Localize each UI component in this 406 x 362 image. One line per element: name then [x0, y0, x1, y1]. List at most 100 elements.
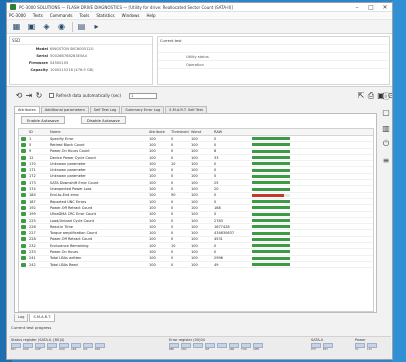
refresh-interval-input[interactable]: 1 — [129, 92, 158, 99]
status-icon — [19, 149, 28, 154]
attribute-worst: 100 — [191, 256, 198, 261]
status-icon — [19, 231, 28, 236]
export-icon[interactable]: ⇱ — [356, 91, 366, 100]
tab-additional-parameters[interactable]: Additional parameters — [40, 106, 89, 113]
health-bar — [252, 187, 292, 191]
forward-icon[interactable]: ⇥ — [24, 91, 34, 100]
column-header[interactable]: Attribute — [149, 130, 171, 134]
attribute-value: 100 — [149, 224, 156, 229]
status-value: Operation — [186, 62, 204, 67]
attribute-value: 100 — [149, 256, 156, 261]
register-led-label: PHY — [311, 348, 317, 351]
status-icon — [19, 193, 28, 198]
attribute-raw: 0 — [214, 243, 217, 248]
menu-tests[interactable]: Tests — [33, 13, 43, 18]
info-icon[interactable]: ⓘ — [379, 89, 392, 103]
attribute-name: Total LBAs written — [50, 256, 82, 261]
health-bar-track — [252, 206, 290, 210]
health-bar — [252, 162, 292, 166]
ok-status-icon — [21, 212, 26, 217]
attribute-name: Read-in Time — [50, 224, 73, 229]
play-icon[interactable]: ▸ — [90, 21, 103, 32]
tab-log[interactable]: Log — [14, 314, 29, 322]
attribute-raw: 0 — [214, 168, 217, 173]
attribute-value: 100 — [149, 231, 156, 236]
chart-icon[interactable]: ▥ — [379, 121, 392, 135]
enable-autosave-button[interactable]: Enable Autosave — [21, 116, 65, 124]
power-icon[interactable]: ⏻ — [379, 137, 392, 151]
menu-bar: PC-3000 Tests Commands Tools Statistics … — [7, 12, 392, 20]
attribute-value: 100 — [149, 187, 156, 192]
health-bar-fill — [252, 181, 290, 185]
health-bar — [252, 237, 292, 241]
ok-status-icon — [21, 155, 26, 160]
attribute-value: 100 — [149, 168, 156, 173]
tab-attributes[interactable]: Attributes — [14, 106, 40, 113]
attribute-value: 100 — [149, 199, 156, 204]
ok-status-icon — [21, 205, 26, 210]
ok-status-icon — [21, 174, 26, 179]
auto-refresh-checkbox[interactable] — [49, 93, 54, 98]
health-bar — [252, 149, 292, 153]
ok-status-icon — [21, 262, 26, 267]
maximize-button[interactable]: □ — [364, 3, 378, 12]
health-bar-fill — [252, 187, 290, 191]
attribute-id: 174 — [29, 187, 36, 192]
save-icon[interactable]: ▦ — [10, 21, 23, 32]
column-header[interactable]: Worst — [191, 130, 214, 134]
menu-pc3000[interactable]: PC-3000 — [9, 13, 26, 18]
ok-status-icon — [21, 237, 26, 242]
power-led-labels: 5V 12V — [355, 348, 379, 351]
attribute-raw: 2783 — [214, 218, 223, 223]
attribute-threshold: 10 — [171, 161, 176, 166]
status-row: Operation — [158, 61, 389, 69]
smart-table: ID Name Attribute Threshold Worst RAW 1 S… — [18, 128, 374, 312]
minimize-button[interactable]: – — [350, 3, 364, 12]
window-icon[interactable]: ▢ — [379, 105, 392, 119]
attribute-name: Retired Block Count — [50, 142, 85, 147]
attribute-value: 100 — [149, 149, 156, 154]
panel-icon[interactable]: ▤ — [75, 21, 88, 32]
menu-help[interactable]: Help — [146, 13, 155, 18]
ok-status-icon — [21, 187, 26, 192]
back-icon[interactable]: ⟲ — [14, 91, 24, 100]
list-icon[interactable]: ≡ — [379, 153, 392, 167]
menu-commands[interactable]: Commands — [50, 13, 73, 18]
attribute-raw: 0 — [214, 161, 217, 166]
close-button[interactable]: ✕ — [378, 3, 392, 12]
drive-icon[interactable]: ◉ — [55, 21, 68, 32]
status-row: Current test — [158, 37, 389, 45]
ok-status-icon — [21, 142, 26, 147]
column-header[interactable]: Threshold — [171, 130, 191, 134]
attribute-raw: 0 — [214, 193, 217, 198]
autosave-buttons: Enable Autosave Disable Autosave — [15, 114, 376, 126]
menu-statistics[interactable]: Statistics — [96, 13, 114, 18]
refresh-icon[interactable]: ↻ — [34, 91, 44, 100]
attribute-threshold: 0 — [171, 155, 174, 160]
print-icon[interactable]: ⎙ — [366, 91, 376, 101]
health-bar-track — [252, 156, 290, 160]
tab-smart-self-test[interactable]: S.M.A.R.T. Self Test — [165, 106, 207, 113]
table-row[interactable]: 242 Total LBAs Read 100 0 100 49 — [19, 262, 373, 269]
health-bar — [252, 174, 292, 178]
menu-windows[interactable]: Windows — [122, 13, 140, 18]
layers-icon[interactable]: ◈ — [40, 21, 53, 32]
column-header[interactable]: Name — [50, 130, 149, 134]
chip-icon[interactable]: ▣ — [25, 21, 38, 32]
health-bar-track — [252, 137, 290, 141]
health-bar-track — [252, 237, 290, 241]
column-header[interactable]: RAW — [214, 130, 252, 134]
attribute-worst: 100 — [191, 199, 198, 204]
attribute-raw: 33 — [214, 155, 219, 160]
menu-tools[interactable]: Tools — [79, 13, 89, 18]
tab-smart[interactable]: S.M.A.R.T. — [29, 314, 56, 322]
disable-autosave-button[interactable]: Disable Autosave — [80, 116, 126, 124]
tab-self-test-log[interactable]: Self Test Log — [89, 106, 121, 113]
attribute-name: Unknown parameter — [50, 168, 86, 173]
desktop-right-strip — [392, 0, 406, 362]
attribute-worst: 100 — [191, 224, 198, 229]
tab-summary-error-log[interactable]: Summary Error Log — [121, 106, 165, 113]
attribute-id: 226 — [29, 224, 36, 229]
column-header[interactable]: ID — [28, 130, 50, 134]
health-bar-track — [252, 162, 290, 166]
